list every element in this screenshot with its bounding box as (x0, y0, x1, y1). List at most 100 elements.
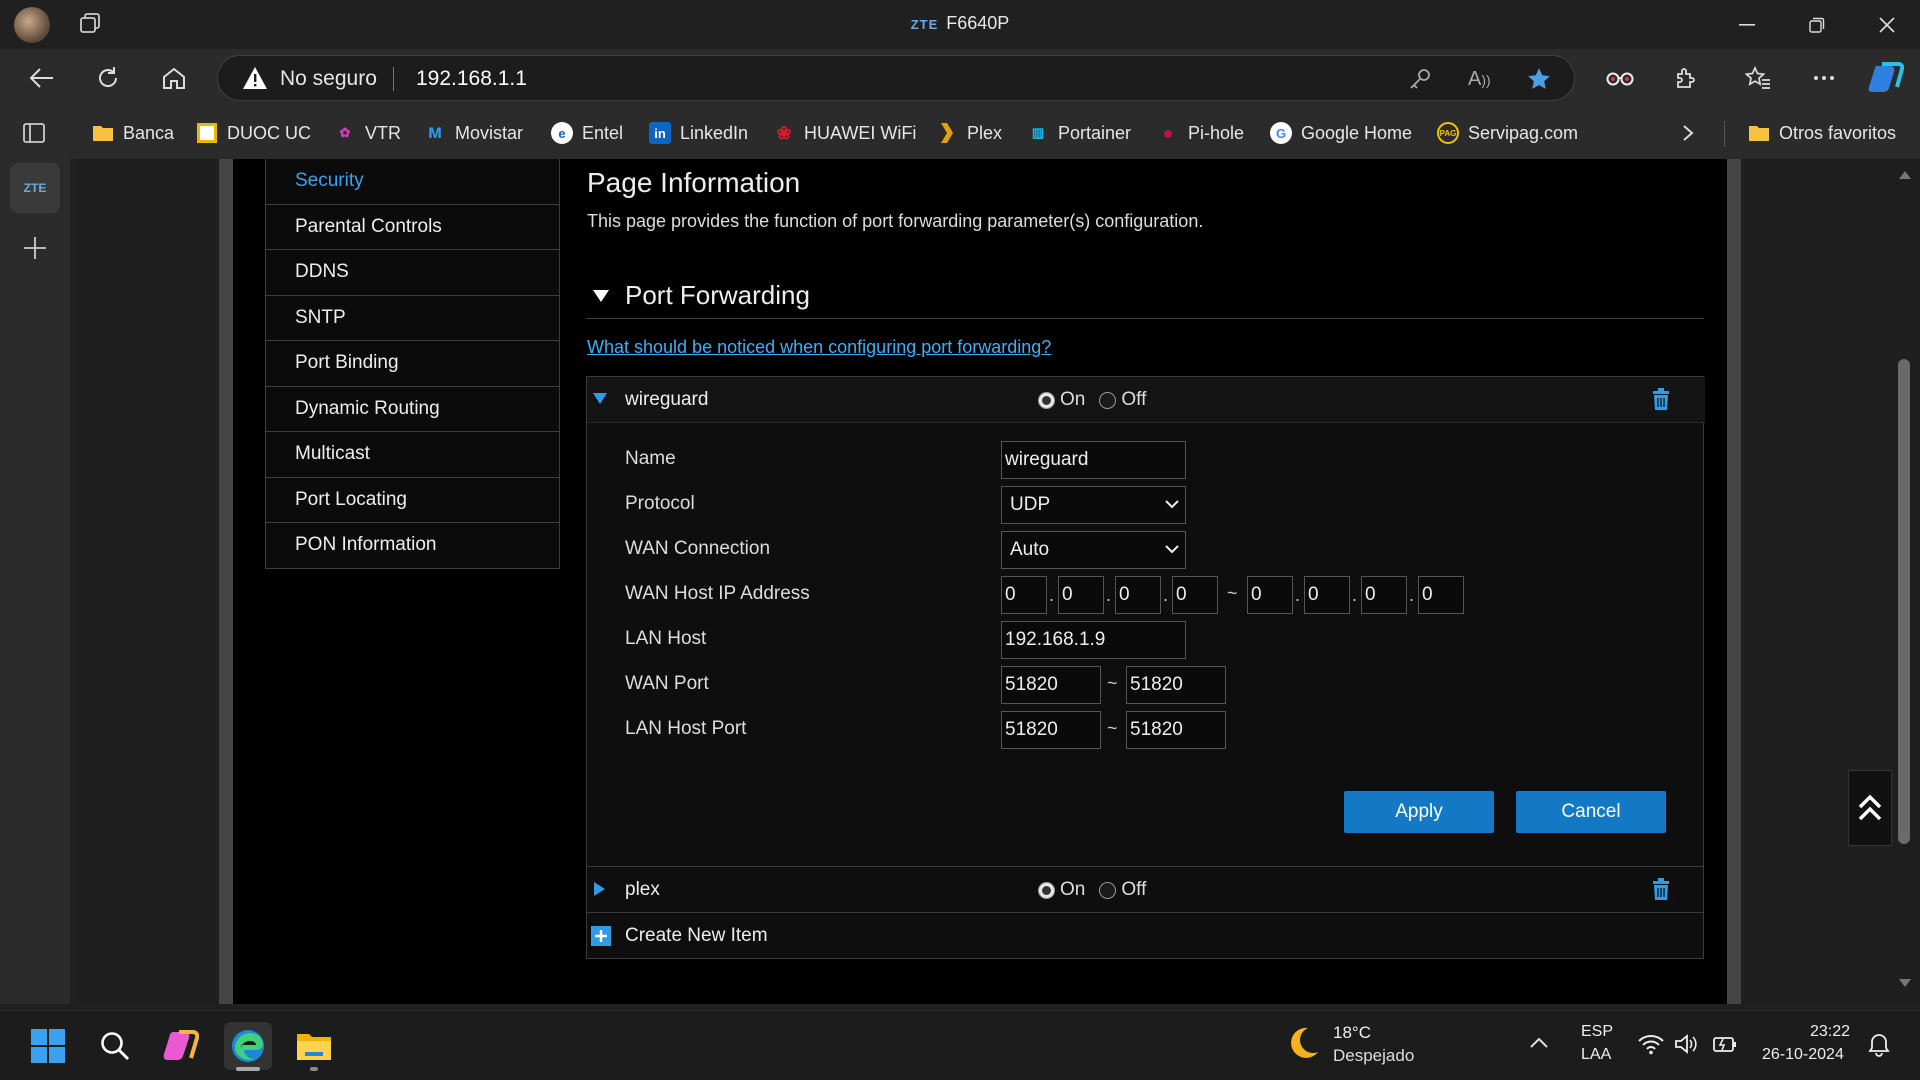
warning-icon[interactable] (242, 66, 268, 90)
collapse-triangle-icon[interactable] (592, 289, 610, 303)
url-text[interactable]: 192.168.1.1 (416, 67, 527, 91)
radio-on[interactable] (1038, 881, 1055, 899)
radio-off[interactable] (1099, 881, 1117, 899)
menu-item-port-locating[interactable]: Port Locating (265, 477, 560, 523)
wan-host-end-octet-4[interactable]: 0 (1418, 576, 1464, 614)
refresh-button[interactable] (88, 58, 128, 98)
tab-actions-icon[interactable] (22, 122, 46, 144)
lan-host-input[interactable]: 192.168.1.9 (1001, 621, 1186, 659)
favorite-servipag[interactable]: PAG Servipag.com (1437, 120, 1578, 146)
read-aloud-icon[interactable]: A)) (1468, 68, 1491, 91)
page-scrollbar[interactable] (1890, 159, 1920, 1004)
tab-zte[interactable]: ZTE (10, 163, 60, 213)
lan-port-start-input[interactable]: 51820 (1001, 711, 1101, 749)
file-explorer-icon[interactable] (290, 1022, 338, 1070)
scroll-to-top-button[interactable] (1848, 770, 1892, 846)
favorite-huawei[interactable]: ❀ HUAWEI WiFi (773, 120, 916, 146)
copilot-icon[interactable] (1866, 58, 1906, 98)
clock-time[interactable]: 23:22 (1810, 1023, 1850, 1041)
edge-taskbar-icon[interactable] (224, 1022, 272, 1070)
menu-item-multicast[interactable]: Multicast (265, 432, 560, 478)
favorite-vtr[interactable]: ✿ VTR (334, 120, 401, 146)
wan-port-start-input[interactable]: 51820 (1001, 666, 1101, 704)
favorite-other[interactable]: Otros favoritos (1748, 120, 1896, 146)
rule-header[interactable]: wireguard On Off (587, 377, 1705, 423)
password-key-icon[interactable] (1408, 68, 1432, 90)
favorite-linkedin[interactable]: in LinkedIn (649, 120, 748, 146)
extensions-puzzle-icon[interactable] (1666, 58, 1706, 98)
collapsed-triangle-icon[interactable] (593, 881, 606, 897)
close-window-button[interactable] (1856, 0, 1918, 49)
lan-port-end-input[interactable]: 51820 (1126, 711, 1226, 749)
expanded-triangle-icon[interactable] (592, 392, 608, 405)
radio-off[interactable] (1099, 391, 1117, 409)
radio-on[interactable] (1038, 391, 1055, 409)
search-icon[interactable] (91, 1022, 139, 1070)
extension-glasses-icon[interactable] (1600, 58, 1640, 98)
menu-item-sntp[interactable]: SNTP (265, 295, 560, 341)
delete-trash-icon[interactable] (1652, 878, 1670, 900)
wan-host-start-octet-3[interactable]: 0 (1115, 576, 1161, 614)
clock-date[interactable]: 26-10-2024 (1762, 1046, 1844, 1064)
favorite-portainer[interactable]: ▥ Portainer (1027, 120, 1131, 146)
new-tab-plus-icon[interactable] (22, 235, 48, 261)
weather-temperature[interactable]: 18°C (1333, 1023, 1371, 1043)
port-forwarding-header[interactable]: Port Forwarding (586, 273, 1704, 319)
copilot-taskbar-icon[interactable] (157, 1022, 205, 1070)
more-menu-icon[interactable] (1804, 58, 1844, 98)
favorite-google-home[interactable]: G Google Home (1270, 120, 1412, 146)
home-button[interactable] (154, 58, 194, 98)
rule-header[interactable]: plex On Off (587, 867, 1705, 913)
scrollbar-thumb[interactable] (1898, 359, 1910, 844)
weather-moon-icon[interactable] (1286, 1025, 1320, 1061)
wan-host-start-octet-4[interactable]: 0 (1172, 576, 1218, 614)
keyboard-layout[interactable]: LAA (1581, 1046, 1611, 1064)
menu-item-port-binding[interactable]: Port Binding (265, 341, 560, 387)
favorite-pihole[interactable]: ● Pi-hole (1157, 120, 1244, 146)
wan-host-start-octet-2[interactable]: 0 (1058, 576, 1104, 614)
protocol-select[interactable]: UDP (1001, 486, 1186, 524)
back-button[interactable] (22, 58, 62, 98)
show-hidden-icons-chevron-icon[interactable] (1530, 1037, 1548, 1049)
input-language[interactable]: ESP (1581, 1023, 1613, 1041)
menu-item-ddns[interactable]: DDNS (265, 250, 560, 296)
favorites-collection-icon[interactable] (1738, 58, 1778, 98)
wan-port-end-input[interactable]: 51820 (1126, 666, 1226, 704)
scroll-down-arrow-icon[interactable] (1899, 979, 1911, 987)
favorites-overflow-chevron-icon[interactable] (1682, 124, 1694, 142)
wan-host-end-octet-3[interactable]: 0 (1361, 576, 1407, 614)
wifi-icon[interactable] (1638, 1033, 1664, 1055)
apply-button[interactable]: Apply (1344, 791, 1494, 833)
menu-item-dynamic-routing[interactable]: Dynamic Routing (265, 386, 560, 432)
address-bar[interactable]: No seguro 192.168.1.1 A)) (217, 55, 1575, 101)
wan-connection-select[interactable]: Auto (1001, 531, 1186, 569)
start-windows-icon[interactable] (24, 1022, 72, 1070)
favorite-entel[interactable]: e Entel (551, 120, 623, 146)
menu-item-security[interactable]: Security (265, 159, 560, 205)
favorite-banca[interactable]: Banca (92, 120, 174, 146)
menu-item-parental-controls[interactable]: Parental Controls (265, 204, 560, 250)
battery-charging-icon[interactable] (1712, 1033, 1738, 1055)
volume-icon[interactable] (1674, 1033, 1698, 1055)
scroll-up-arrow-icon[interactable] (1899, 171, 1911, 179)
favorite-duoc[interactable]: DUOC UC (196, 120, 311, 146)
wan-host-end-octet-2[interactable]: 0 (1304, 576, 1350, 614)
add-plus-icon[interactable] (591, 926, 611, 946)
wan-host-start-octet-1[interactable]: 0 (1001, 576, 1047, 614)
ip-dot: . (1049, 585, 1055, 605)
favorite-movistar[interactable]: ᴍ Movistar (424, 120, 523, 146)
menu-item-pon-information[interactable]: PON Information (265, 523, 560, 569)
weather-description[interactable]: Despejado (1333, 1046, 1414, 1066)
notifications-bell-icon[interactable] (1868, 1033, 1890, 1057)
security-status[interactable]: No seguro (280, 67, 377, 91)
create-new-row[interactable]: Create New Item (586, 912, 1704, 959)
wan-host-end-octet-1[interactable]: 0 (1247, 576, 1293, 614)
delete-trash-icon[interactable] (1652, 388, 1670, 410)
name-input[interactable]: wireguard (1001, 441, 1186, 479)
favorite-plex[interactable]: Plex (936, 120, 1002, 146)
help-link[interactable]: What should be noticed when configuring … (587, 337, 1051, 358)
minimize-button[interactable] (1716, 0, 1778, 49)
restore-button[interactable] (1786, 0, 1848, 49)
cancel-button[interactable]: Cancel (1516, 791, 1666, 833)
favorite-star-icon[interactable] (1526, 66, 1552, 92)
